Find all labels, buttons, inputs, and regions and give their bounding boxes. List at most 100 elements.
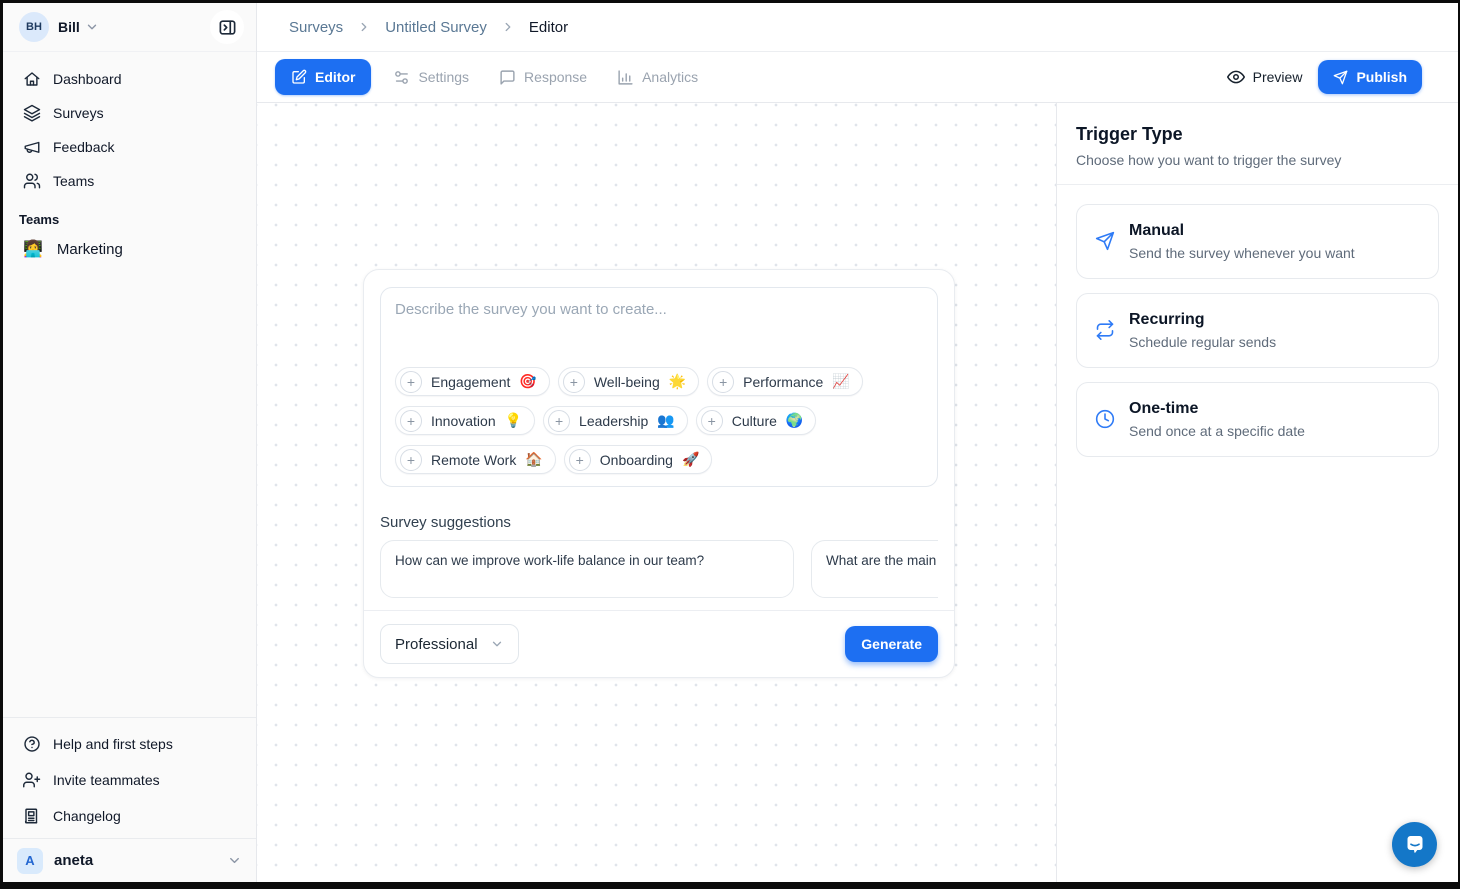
tab-settings[interactable]: Settings [381,59,481,95]
chip-well-being[interactable]: + Well-being 🌟 [558,367,699,396]
trigger-option-text: Manual Send the survey whenever you want [1129,222,1355,261]
trigger-option-description: Send once at a specific date [1129,423,1305,439]
sliders-icon [393,69,410,86]
workspace-switcher[interactable]: BH Bill [3,3,256,52]
tone-select[interactable]: Professional [380,624,519,664]
suggestion-card[interactable]: How can we improve work-life balance in … [380,540,794,598]
plus-icon: + [548,410,570,432]
tab-label: Analytics [642,69,698,85]
suggestion-card[interactable]: What are the main ob [811,540,938,598]
tab-bar-actions: Preview Publish [1227,60,1440,94]
chip-onboarding[interactable]: + Onboarding 🚀 [564,445,713,474]
workspace-name: Bill [58,19,80,35]
sidebar-item-label: Dashboard [53,71,122,87]
breadcrumb-surveys[interactable]: Surveys [289,19,343,36]
chevron-right-icon [501,20,515,34]
chip-innovation[interactable]: + Innovation 💡 [395,406,535,435]
sidebar-item-label: Feedback [53,139,114,155]
sidebar-nav: Dashboard Surveys Feedback Teams [3,52,256,198]
chart-emoji: 📈 [832,373,849,390]
send-icon [1095,231,1115,261]
chevron-right-icon [357,20,371,34]
repeat-icon [1095,320,1115,350]
chip-performance[interactable]: + Performance 📈 [707,367,863,396]
preview-label: Preview [1253,69,1303,85]
sidebar-item-invite[interactable]: Invite teammates [11,762,248,798]
eye-icon [1227,68,1245,86]
tab-analytics[interactable]: Analytics [605,59,710,95]
send-icon [1333,70,1348,85]
sidebar-item-marketing[interactable]: 👩‍💻 Marketing [11,231,248,267]
prompt-box: + Engagement 🎯 + Well-being 🌟 + [380,287,938,487]
tab-editor[interactable]: Editor [275,59,371,95]
chat-bubble-icon [499,69,516,86]
chip-culture[interactable]: + Culture 🌍 [696,406,817,435]
preview-button[interactable]: Preview [1227,68,1303,86]
sidebar-item-help[interactable]: Help and first steps [11,726,248,762]
star-emoji: 🌟 [669,373,686,390]
user-name: aneta [54,852,93,869]
trigger-option-manual[interactable]: Manual Send the survey whenever you want [1076,204,1439,279]
user-menu[interactable]: A aneta [3,838,256,882]
tab-bar: Editor Settings Response Analytics Previ… [257,52,1458,103]
suggestions-row: How can we improve work-life balance in … [380,540,938,598]
sidebar-item-teams[interactable]: Teams [11,164,248,198]
teams-section-label: Teams [3,198,256,231]
team-label: Marketing [57,241,123,258]
sidebar: BH Bill Dashboard Surveys [3,3,257,882]
tab-label: Settings [418,69,469,85]
main-column: Surveys Untitled Survey Editor Editor Se… [257,3,1458,882]
globe-emoji: 🌍 [786,412,803,429]
users-icon [23,172,41,190]
sidebar-item-surveys[interactable]: Surveys [11,96,248,130]
trigger-option-one-time[interactable]: One-time Send once at a specific date [1076,382,1439,457]
chat-launcher-button[interactable] [1392,822,1437,867]
publish-button[interactable]: Publish [1318,60,1422,94]
trigger-option-title: Recurring [1129,311,1276,329]
publish-label: Publish [1356,69,1407,85]
sidebar-item-dashboard[interactable]: Dashboard [11,62,248,96]
people-emoji: 👥 [657,412,674,429]
team-emoji: 👩‍💻 [23,239,43,259]
panel-right-icon [218,18,237,37]
sidebar-item-label: Surveys [53,105,104,121]
suggestions-heading: Survey suggestions [380,514,938,531]
chip-engagement[interactable]: + Engagement 🎯 [395,367,550,396]
target-emoji: 🎯 [519,373,536,390]
editor-canvas[interactable]: + Engagement 🎯 + Well-being 🌟 + [257,103,1056,882]
user-plus-icon [23,771,41,789]
trigger-option-title: One-time [1129,400,1305,418]
sidebar-item-feedback[interactable]: Feedback [11,130,248,164]
breadcrumb-untitled-survey[interactable]: Untitled Survey [385,19,487,36]
bar-chart-icon [617,69,634,86]
survey-prompt-input[interactable] [395,301,923,363]
panel-title: Trigger Type [1076,124,1439,145]
sidebar-item-changelog[interactable]: Changelog [11,798,248,834]
chip-leadership[interactable]: + Leadership 👥 [543,406,688,435]
breadcrumb: Surveys Untitled Survey Editor [257,3,1458,52]
plus-icon: + [563,371,585,393]
trigger-options: Manual Send the survey whenever you want… [1057,185,1458,476]
chevron-down-icon [85,20,99,34]
panel-header: Trigger Type Choose how you want to trig… [1057,103,1458,185]
tab-response[interactable]: Response [487,59,599,95]
plus-icon: + [712,371,734,393]
trigger-option-title: Manual [1129,222,1355,240]
plus-icon: + [400,371,422,393]
trigger-type-panel: Trigger Type Choose how you want to trig… [1056,103,1458,882]
clock-icon [1095,409,1115,439]
chat-smile-icon [1403,833,1427,857]
chip-remote-work[interactable]: + Remote Work 🏠 [395,445,556,474]
sidebar-spacer [3,267,256,717]
generator-footer: Professional Generate [364,610,954,677]
generate-button[interactable]: Generate [845,626,938,662]
trigger-option-description: Schedule regular sends [1129,334,1276,350]
layers-icon [23,104,41,122]
trigger-option-recurring[interactable]: Recurring Schedule regular sends [1076,293,1439,368]
sidebar-item-label: Teams [53,173,94,189]
sidebar-collapse-button[interactable] [210,10,244,44]
house-emoji: 🏠 [525,451,542,468]
survey-generator-card: + Engagement 🎯 + Well-being 🌟 + [363,269,955,678]
home-icon [23,70,41,88]
sidebar-item-label: Invite teammates [53,772,160,788]
